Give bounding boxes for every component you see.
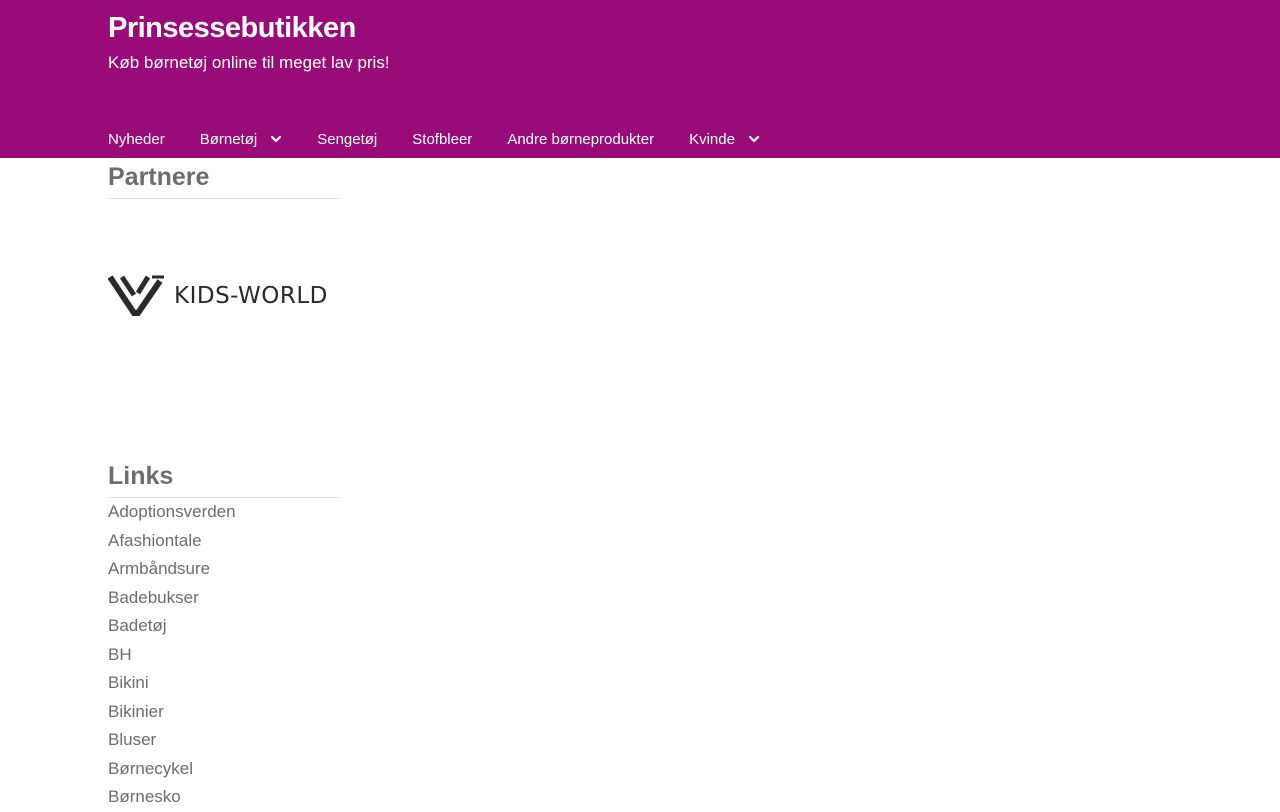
nav-item-label: Stofbleer — [412, 130, 473, 148]
link-item[interactable]: Bikinier — [108, 698, 340, 727]
kids-world-logo-link[interactable]: KIDS-WORLD — [108, 275, 340, 317]
nav-item-stofbleer[interactable]: Stofbleer — [412, 131, 472, 148]
nav-item-bornetoj[interactable]: Børnetøj — [200, 131, 283, 148]
link-item[interactable]: Adoptionsverden — [108, 498, 340, 527]
nav-item-label: Kvinde — [689, 130, 735, 148]
link-item[interactable]: BH — [108, 641, 340, 670]
nav-item-nyheder[interactable]: Nyheder — [108, 131, 165, 148]
site-title[interactable]: Prinsessebutikken — [108, 12, 356, 45]
link-item[interactable]: Bikini — [108, 669, 340, 698]
partners-divider — [108, 198, 340, 199]
link-item[interactable]: Armbåndsure — [108, 555, 340, 584]
partners-heading: Partnere — [108, 163, 210, 191]
nav-item-label: Børnetøj — [199, 130, 258, 148]
partner-logo-text: KIDS-WORLD — [174, 283, 328, 309]
site-tagline: Køb børnetøj online til meget lav pris! — [108, 53, 390, 72]
nav-item-label: Andre børneprodukter — [507, 130, 655, 148]
link-item[interactable]: Badebukser — [108, 584, 340, 613]
links-heading: Links — [108, 462, 174, 490]
site-header: Prinsessebutikken Køb børnetøj online ti… — [0, 0, 1280, 158]
chevron-down-icon[interactable] — [748, 133, 760, 145]
main-nav: Nyheder Børnetøj Sengetøj Stofbleer Andr… — [108, 128, 795, 150]
link-item[interactable]: Badetøj — [108, 612, 340, 641]
nav-item-label: Sengetøj — [317, 130, 378, 148]
nav-item-sengetoj[interactable]: Sengetøj — [317, 131, 377, 148]
link-item[interactable]: Bluser — [108, 726, 340, 755]
nav-item-label: Nyheder — [108, 130, 165, 148]
links-list: Adoptionsverden Afashiontale Armbåndsure… — [108, 498, 340, 812]
nav-item-kvinde[interactable]: Kvinde — [689, 131, 760, 148]
link-item[interactable]: Børnecykel — [108, 755, 340, 784]
kids-world-mark-icon — [108, 275, 164, 316]
link-item[interactable]: Afashiontale — [108, 527, 340, 556]
chevron-down-icon[interactable] — [270, 133, 282, 145]
link-item[interactable]: Børnesko — [108, 783, 340, 812]
nav-item-andre-borneprodukter[interactable]: Andre børneprodukter — [507, 131, 654, 148]
